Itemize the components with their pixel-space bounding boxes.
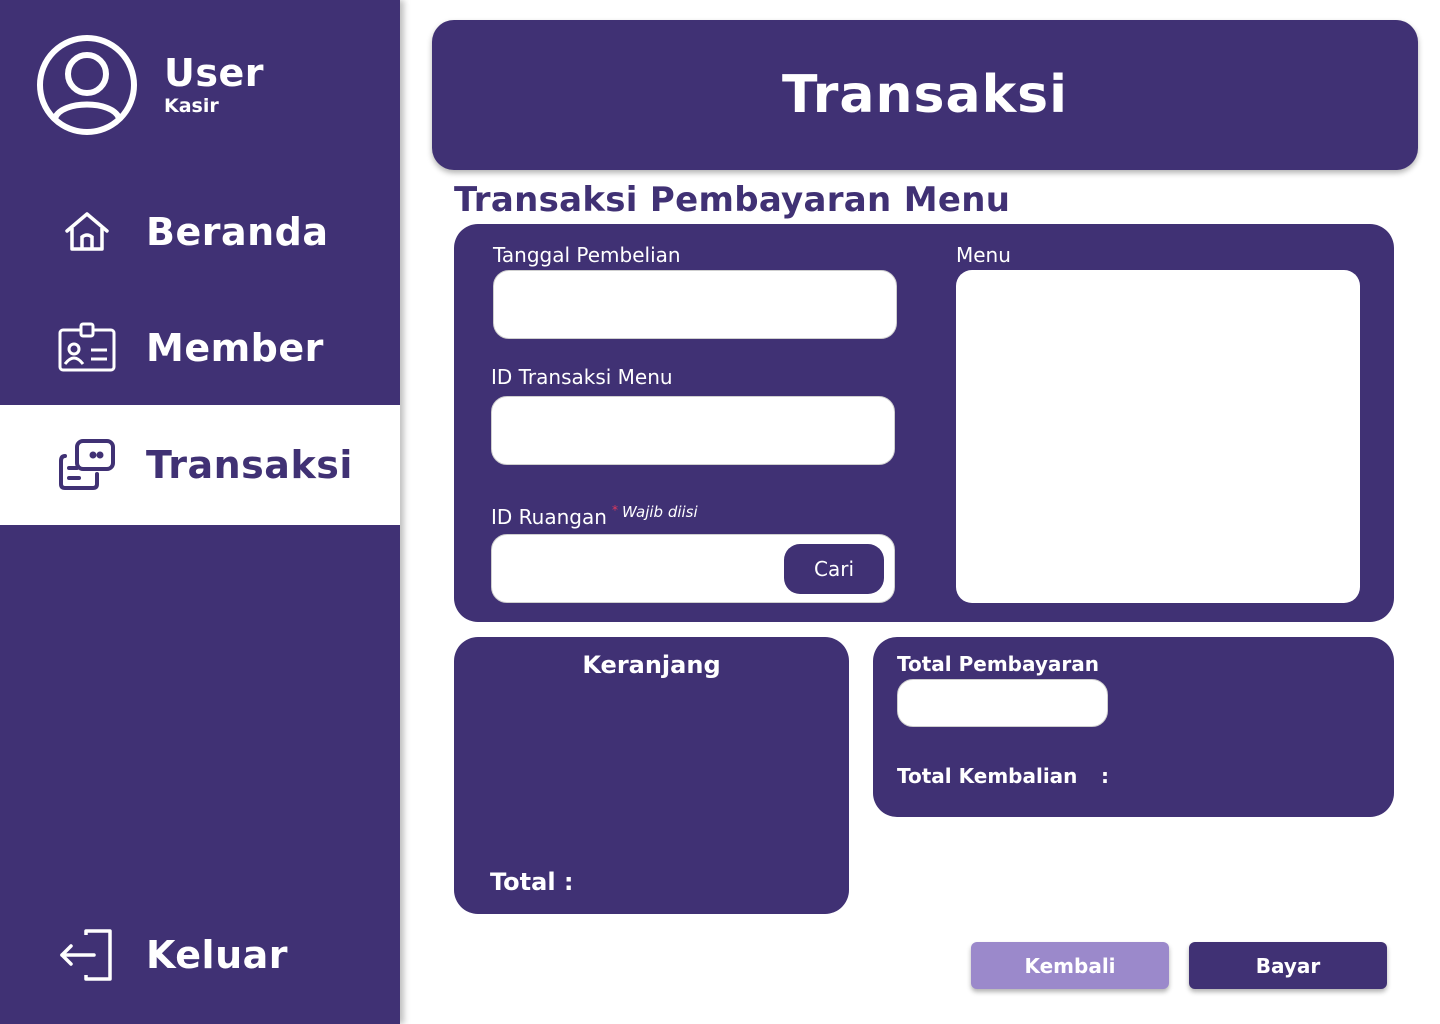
- menu-list[interactable]: [956, 270, 1360, 603]
- user-avatar-icon: [37, 35, 137, 135]
- id-card-icon: [56, 320, 118, 376]
- home-icon: [56, 204, 118, 260]
- sidebar-item-member[interactable]: Member: [0, 288, 400, 408]
- cari-button[interactable]: Cari: [784, 544, 884, 594]
- page-title: Transaksi: [782, 65, 1068, 125]
- id-transaksi-label: ID Transaksi Menu: [491, 365, 673, 389]
- required-note: * Wajib diisi: [612, 503, 698, 521]
- menu-label: Menu: [956, 243, 1011, 267]
- section-title: Transaksi Pembayaran Menu: [454, 180, 1011, 220]
- sidebar-item-label: Keluar: [146, 933, 289, 977]
- sidebar-item-beranda[interactable]: Beranda: [0, 172, 400, 292]
- page-header: Transaksi: [432, 20, 1418, 170]
- total-pembayaran-input[interactable]: [897, 679, 1108, 727]
- id-transaksi-input[interactable]: [491, 396, 895, 465]
- sidebar: User Kasir Beranda Member Transaksi Kelu…: [0, 0, 400, 1024]
- kembali-button[interactable]: Kembali: [971, 942, 1169, 989]
- transaction-icon: [56, 437, 118, 493]
- sidebar-item-transaksi[interactable]: Transaksi: [0, 405, 400, 525]
- total-pembayaran-label: Total Pembayaran: [897, 652, 1099, 676]
- id-ruangan-label: ID Ruangan: [491, 505, 607, 529]
- user-profile: User Kasir: [36, 34, 264, 136]
- user-name: User: [164, 51, 264, 95]
- sidebar-item-label: Transaksi: [146, 443, 353, 487]
- tanggal-pembelian-label: Tanggal Pembelian: [493, 243, 681, 267]
- total-kembalian-separator: :: [1101, 764, 1109, 788]
- bayar-button[interactable]: Bayar: [1189, 942, 1387, 989]
- logout-icon: [56, 927, 118, 983]
- total-kembalian-label: Total Kembalian: [897, 764, 1078, 788]
- required-star: *: [612, 503, 618, 517]
- tanggal-pembelian-input[interactable]: [493, 270, 897, 339]
- sidebar-item-keluar[interactable]: Keluar: [0, 895, 400, 1015]
- sidebar-item-label: Beranda: [146, 210, 329, 254]
- sidebar-item-label: Member: [146, 326, 324, 370]
- cart-total-label: Total :: [490, 868, 574, 896]
- user-role: Kasir: [164, 95, 219, 117]
